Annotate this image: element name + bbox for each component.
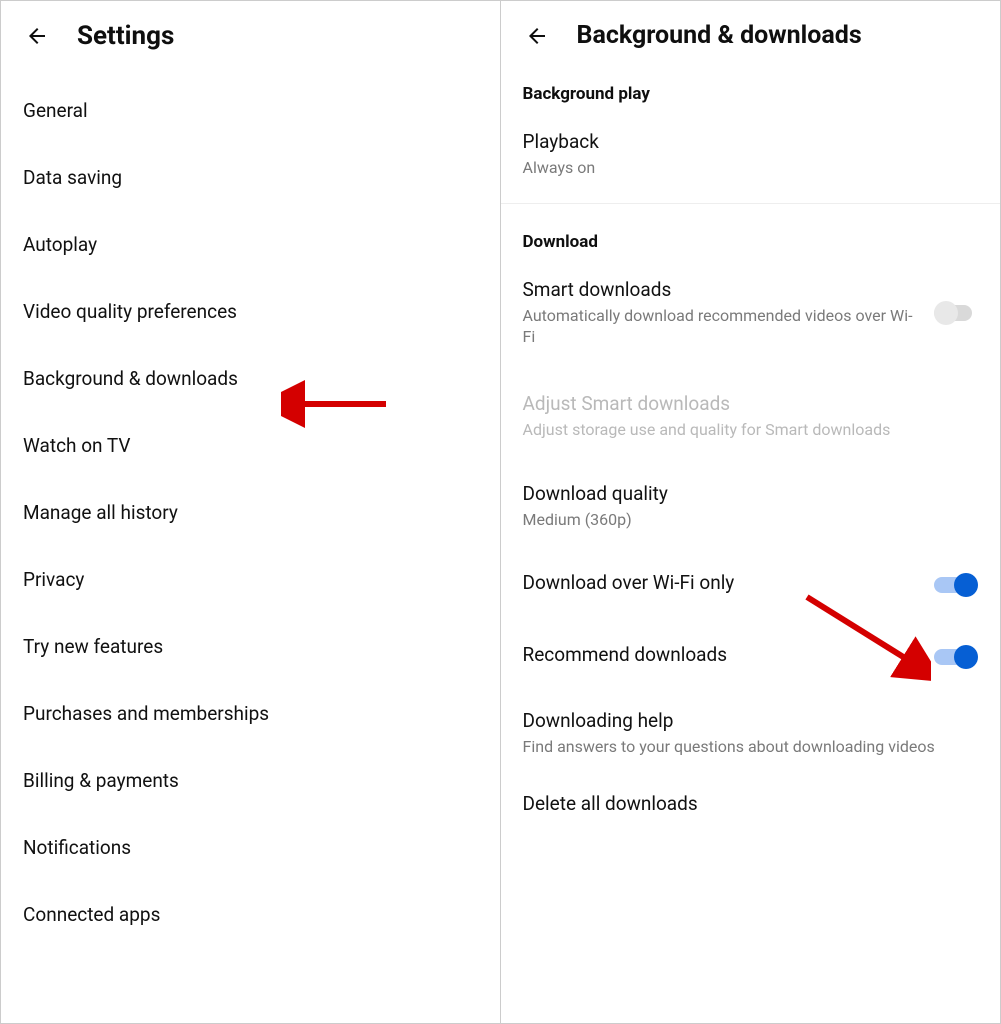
section-download: Download — [501, 210, 1001, 262]
settings-panel: Settings General Data saving Autoplay Vi… — [1, 1, 501, 1023]
settings-list: General Data saving Autoplay Video quali… — [1, 63, 500, 948]
smart-downloads-toggle[interactable] — [934, 299, 978, 327]
wifi-only-item[interactable]: Download over Wi-Fi only — [501, 549, 1001, 621]
adjust-smart-downloads-item: Adjust Smart downloads Adjust storage us… — [501, 366, 1001, 467]
arrow-left-icon — [525, 24, 549, 48]
wifi-only-toggle[interactable] — [934, 571, 978, 599]
settings-item-manage-history[interactable]: Manage all history — [1, 479, 500, 546]
download-quality-subtitle: Medium (360p) — [523, 509, 979, 531]
downloading-help-item[interactable]: Downloading help Find answers to your qu… — [501, 693, 1001, 776]
smart-downloads-title: Smart downloads — [523, 278, 919, 301]
settings-item-notifications[interactable]: Notifications — [1, 814, 500, 881]
download-quality-item[interactable]: Download quality Medium (360p) — [501, 466, 1001, 549]
back-button[interactable] — [25, 24, 49, 48]
delete-all-downloads-item[interactable]: Delete all downloads — [501, 776, 1001, 837]
settings-item-autoplay[interactable]: Autoplay — [1, 211, 500, 278]
page-title: Background & downloads — [577, 21, 862, 50]
settings-item-privacy[interactable]: Privacy — [1, 546, 500, 613]
delete-title: Delete all downloads — [523, 792, 979, 815]
settings-item-purchases[interactable]: Purchases and memberships — [1, 680, 500, 747]
settings-item-data-saving[interactable]: Data saving — [1, 144, 500, 211]
adjust-smart-subtitle: Adjust storage use and quality for Smart… — [523, 419, 979, 441]
smart-downloads-subtitle: Automatically download recommended video… — [523, 305, 919, 348]
playback-item[interactable]: Playback Always on — [501, 114, 1001, 197]
settings-item-watch-on-tv[interactable]: Watch on TV — [1, 412, 500, 479]
page-title: Settings — [77, 21, 174, 51]
help-title: Downloading help — [523, 709, 979, 732]
recommend-title: Recommend downloads — [523, 643, 919, 666]
playback-title: Playback — [523, 130, 979, 153]
smart-downloads-item[interactable]: Smart downloads Automatically download r… — [501, 262, 1001, 366]
settings-item-billing[interactable]: Billing & payments — [1, 747, 500, 814]
settings-item-connected-apps[interactable]: Connected apps — [1, 881, 500, 948]
settings-item-background-downloads[interactable]: Background & downloads — [1, 345, 500, 412]
settings-item-video-quality[interactable]: Video quality preferences — [1, 278, 500, 345]
settings-item-general[interactable]: General — [1, 77, 500, 144]
back-button[interactable] — [525, 24, 549, 48]
divider — [501, 203, 1001, 204]
arrow-left-icon — [25, 24, 49, 48]
background-downloads-header: Background & downloads — [501, 1, 1001, 62]
section-background-play: Background play — [501, 62, 1001, 114]
adjust-smart-title: Adjust Smart downloads — [523, 392, 979, 415]
settings-header: Settings — [1, 1, 500, 63]
background-downloads-panel: Background & downloads Background play P… — [501, 1, 1001, 1023]
download-quality-title: Download quality — [523, 482, 979, 505]
recommend-downloads-item[interactable]: Recommend downloads — [501, 621, 1001, 693]
recommend-downloads-toggle[interactable] — [934, 643, 978, 671]
settings-item-try-new-features[interactable]: Try new features — [1, 613, 500, 680]
playback-subtitle: Always on — [523, 157, 979, 179]
help-subtitle: Find answers to your questions about dow… — [523, 736, 979, 758]
wifi-only-title: Download over Wi-Fi only — [523, 571, 919, 594]
